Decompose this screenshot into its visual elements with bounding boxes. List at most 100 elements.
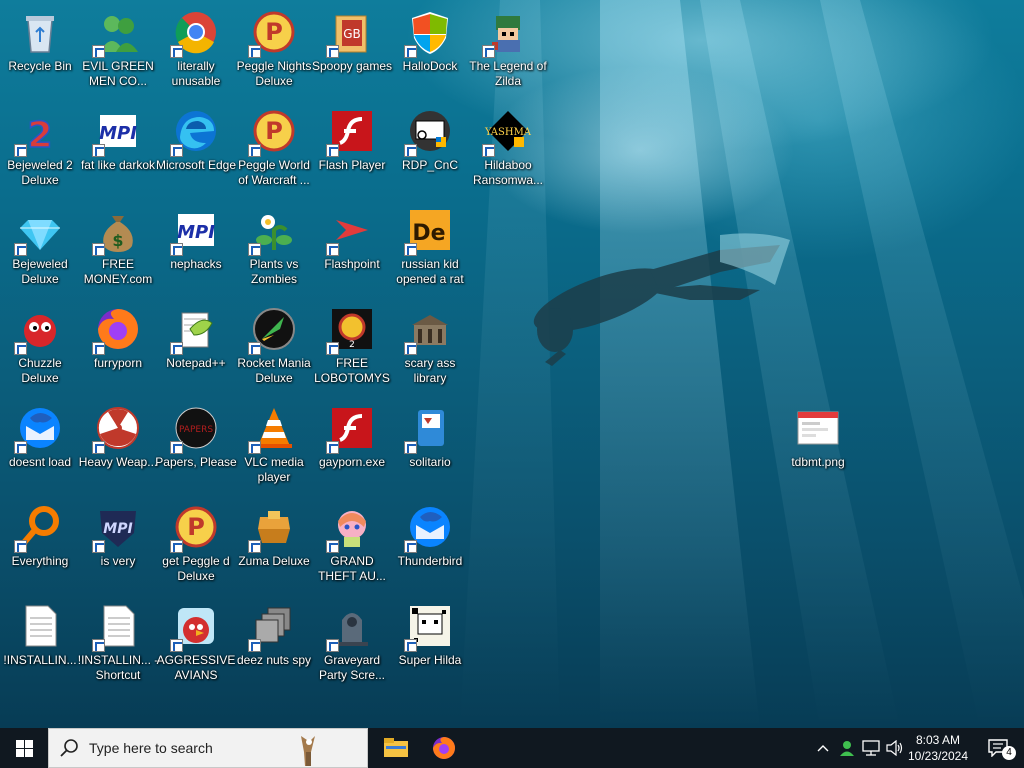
action-center-button[interactable]: 4 bbox=[978, 728, 1018, 768]
taskbar: Type here to search 8:03 AM 10/23/2024 4 bbox=[0, 728, 1024, 768]
search-highlight-llama-icon bbox=[301, 736, 315, 766]
desktop-icon[interactable]: AGGRESSIVE AVIANS bbox=[156, 598, 236, 694]
shortcut-arrow-icon bbox=[326, 243, 339, 256]
desktop-icon[interactable]: GB Spoopy games bbox=[311, 4, 393, 100]
shortcut-arrow-icon bbox=[92, 243, 105, 256]
recycle-bin-icon bbox=[26, 16, 54, 53]
desktop-icon[interactable]: scary ass library bbox=[392, 301, 468, 397]
shortcut-arrow-icon bbox=[92, 45, 105, 58]
desktop-icon-label: literally unusable bbox=[171, 59, 221, 88]
people-icon bbox=[840, 741, 854, 756]
desktop-icon-label: !INSTALLIN... bbox=[3, 653, 77, 667]
desktop-icon[interactable]: YASHMA Hildaboo Ransomwa... bbox=[470, 103, 546, 199]
desktop-icon-label: Spoopy games bbox=[311, 59, 393, 73]
desktop-icon[interactable]: doesnt load bbox=[2, 400, 78, 496]
desktop-icon[interactable]: Heavy Weap... bbox=[79, 400, 157, 496]
desktop-icon[interactable]: Thunderbird bbox=[392, 499, 468, 595]
desktop-icon[interactable]: RDP_CnC bbox=[392, 103, 468, 199]
shortcut-arrow-icon bbox=[92, 540, 105, 553]
desktop-icon[interactable]: PAPERS Papers, Please bbox=[155, 400, 237, 496]
svg-text:De: De bbox=[412, 221, 445, 246]
desktop-icon[interactable]: MPI is very bbox=[80, 499, 156, 595]
desktop-icon[interactable]: GRAND THEFT AU... bbox=[314, 499, 390, 595]
desktop-icon[interactable]: Pget Peggle d Deluxe bbox=[158, 499, 234, 595]
taskbar-firefox[interactable] bbox=[420, 728, 468, 768]
desktop-icon[interactable]: tdbmt.png bbox=[780, 400, 856, 496]
desktop-icon-label: AGGRESSIVE AVIANS bbox=[156, 653, 236, 682]
desktop-icon[interactable]: Flash Player bbox=[314, 103, 390, 199]
desktop-icon[interactable]: Microsoft Edge bbox=[155, 103, 237, 199]
desktop-icon-label: FREE MONEY.com bbox=[83, 257, 153, 286]
desktop-icon[interactable]: Flashpoint bbox=[314, 202, 390, 298]
notification-count-badge: 4 bbox=[1002, 746, 1016, 760]
desktop-icon-label: Thunderbird bbox=[397, 554, 463, 568]
tray-network-button[interactable] bbox=[860, 728, 882, 768]
desktop-icon[interactable]: Rocket Mania Deluxe bbox=[236, 301, 312, 397]
desktop-icon[interactable]: 2 Bejeweled 2 Deluxe bbox=[2, 103, 78, 199]
svg-text:MPI: MPI bbox=[99, 123, 137, 144]
desktop-icon[interactable]: The Legend of Zilda bbox=[469, 4, 547, 100]
desktop-icon-label: RDP_CnC bbox=[401, 158, 458, 172]
desktop-icon[interactable]: deez nuts spy bbox=[236, 598, 312, 694]
desktop-icon[interactable]: !INSTALLIN... bbox=[2, 598, 78, 694]
shortcut-arrow-icon bbox=[404, 540, 417, 553]
search-box[interactable]: Type here to search bbox=[48, 728, 368, 768]
desktop-icon[interactable]: VLC media player bbox=[236, 400, 312, 496]
clock[interactable]: 8:03 AM 10/23/2024 bbox=[904, 728, 972, 768]
desktop-icon[interactable]: HalloDock bbox=[392, 4, 468, 100]
desktop-icon[interactable]: Everything bbox=[2, 499, 78, 595]
shortcut-arrow-icon bbox=[170, 342, 183, 355]
desktop-icon[interactable]: Graveyard Party Scre... bbox=[314, 598, 390, 694]
svg-text:2: 2 bbox=[27, 115, 52, 155]
desktop-icon[interactable]: literally unusable bbox=[158, 4, 234, 100]
desktop-icon-label: FREE LOBOTOMYS bbox=[314, 356, 390, 385]
desktop-icon-label: deez nuts spy bbox=[236, 653, 312, 667]
desktop-icon-label: VLC media player bbox=[244, 455, 304, 484]
tray-volume-button[interactable] bbox=[884, 728, 906, 768]
desktop-icon[interactable]: MPI fat like darkok bbox=[80, 103, 156, 199]
start-button[interactable] bbox=[0, 728, 48, 768]
shortcut-arrow-icon bbox=[326, 342, 339, 355]
desktop-icon-label: Rocket Mania Deluxe bbox=[237, 356, 311, 385]
desktop-icon-label: Bejeweled 2 Deluxe bbox=[7, 158, 73, 187]
clock-date: 10/23/2024 bbox=[907, 749, 969, 763]
desktop-icon[interactable]: Plants vs Zombies bbox=[236, 202, 312, 298]
desktop-icon[interactable]: Super Hilda bbox=[392, 598, 468, 694]
desktop-icon[interactable]: Notepad++ bbox=[158, 301, 234, 397]
desktop-icon[interactable]: $ FREE MONEY.com bbox=[80, 202, 156, 298]
desktop-icon-label: EVIL GREEN MEN CO... bbox=[82, 59, 154, 88]
desktop-icon[interactable]: EVIL GREEN MEN CO... bbox=[80, 4, 156, 100]
desktop-icon[interactable]: De russian kid opened a rat bbox=[392, 202, 468, 298]
tray-people-button[interactable] bbox=[836, 728, 858, 768]
desktop-icon[interactable]: gayporn.exe bbox=[314, 400, 390, 496]
desktop-icon-label: Microsoft Edge bbox=[155, 158, 237, 172]
desktop-icon[interactable]: !INSTALLIN... - Shortcut bbox=[77, 598, 159, 694]
desktop-icon[interactable]: Recycle Bin bbox=[2, 4, 78, 100]
desktop-icon[interactable]: Zuma Deluxe bbox=[236, 499, 312, 595]
desktop-icon-label: !INSTALLIN... - Shortcut bbox=[77, 653, 159, 682]
svg-text:YASHMA: YASHMA bbox=[484, 127, 532, 138]
desktop-icon[interactable]: furryporn bbox=[80, 301, 156, 397]
desktop-icon[interactable]: Bejeweled Deluxe bbox=[2, 202, 78, 298]
desktop-icon-label: Flashpoint bbox=[324, 257, 380, 271]
search-icon bbox=[60, 739, 78, 757]
tray-overflow-button[interactable] bbox=[812, 728, 834, 768]
windows-logo-icon bbox=[15, 739, 33, 757]
svg-text:MPI: MPI bbox=[103, 521, 132, 537]
shortcut-arrow-icon bbox=[170, 540, 183, 553]
desktop-icon[interactable]: 2 FREE LOBOTOMYS bbox=[314, 301, 390, 397]
desktop-icon-label: scary ass library bbox=[404, 356, 456, 385]
search-placeholder: Type here to search bbox=[89, 740, 213, 756]
shortcut-arrow-icon bbox=[248, 342, 261, 355]
shortcut-arrow-icon bbox=[248, 540, 261, 553]
shortcut-arrow-icon bbox=[404, 441, 417, 454]
desktop-icon[interactable]: Chuzzle Deluxe bbox=[2, 301, 78, 397]
taskbar-file-explorer[interactable] bbox=[372, 728, 420, 768]
svg-text:$: $ bbox=[112, 231, 123, 250]
desktop-icon[interactable]: solitario bbox=[392, 400, 468, 496]
desktop-icon[interactable]: P Peggle Nights Deluxe bbox=[236, 4, 312, 100]
desktop-icon[interactable]: P Peggle World of Warcraft ... bbox=[236, 103, 312, 199]
desktop-icon[interactable]: MPI nephacks bbox=[158, 202, 234, 298]
desktop-icon-label: Peggle World of Warcraft ... bbox=[238, 158, 310, 187]
clock-time: 8:03 AM bbox=[915, 733, 961, 747]
